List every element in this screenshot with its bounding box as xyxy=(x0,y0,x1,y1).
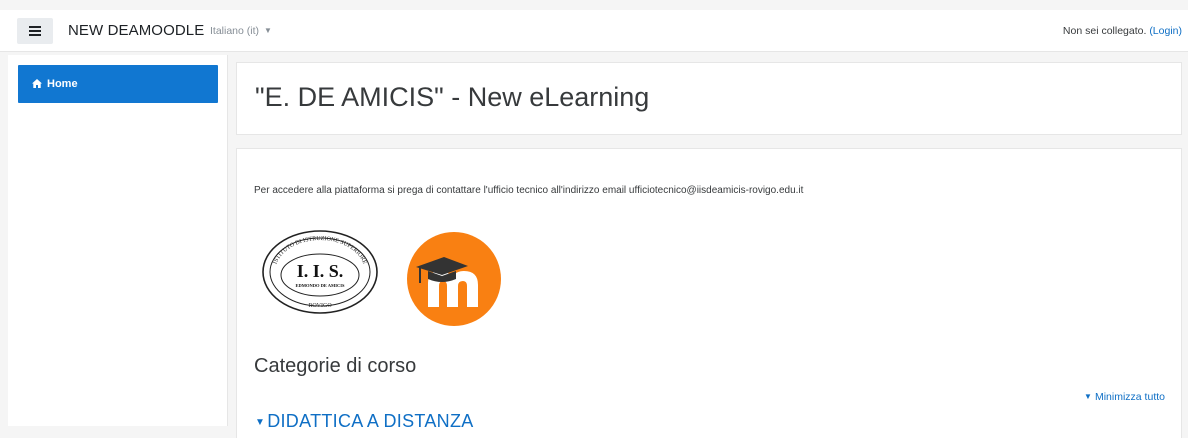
hamburger-menu-button[interactable] xyxy=(17,18,53,44)
moodle-logo-icon xyxy=(407,232,501,326)
page-title: "E. DE AMICIS" - New eLearning xyxy=(255,82,650,112)
language-menu[interactable]: Italiano (it) ▼ xyxy=(210,10,272,52)
collapse-all-label: Minimizza tutto xyxy=(1094,391,1165,403)
category-label: DIDATTICA A DISTANZA xyxy=(267,411,474,431)
intro-text: Per accedere alla piattaforma si prega d… xyxy=(254,185,804,196)
caret-down-icon: ▼ xyxy=(1084,392,1092,401)
category-item[interactable]: ▼ DIDATTICA A DISTANZA xyxy=(255,411,474,432)
site-brand[interactable]: NEW DEAMOODLE xyxy=(68,10,204,52)
login-status-text: Non sei collegato. xyxy=(1062,25,1147,37)
page-header: "E. DE AMICIS" - New eLearning xyxy=(236,62,1182,135)
course-categories-title: Categorie di corso xyxy=(254,355,417,377)
drawer-item-home[interactable]: Home xyxy=(18,65,218,103)
login-info: Non sei collegato. (Login) xyxy=(1063,10,1182,52)
nav-drawer: Home xyxy=(8,55,228,426)
iis-sub-text: EDMONDO DE AMICIS xyxy=(295,283,345,288)
caret-down-icon: ▼ xyxy=(255,417,266,428)
top-navbar: NEW DEAMOODLE Italiano (it) ▼ Non sei col… xyxy=(0,10,1188,52)
iis-school-logo: ISTITUTO DI ISTRUZIONE SUPERIORE I. I. S… xyxy=(262,230,378,314)
drawer-item-label: Home xyxy=(47,78,78,90)
collapse-all-link[interactable]: ▼ Minimizza tutto xyxy=(1084,391,1165,403)
caret-down-icon: ▼ xyxy=(264,26,272,35)
iis-main-text: I. I. S. xyxy=(297,261,344,281)
main-content: Per accedere alla piattaforma si prega d… xyxy=(236,148,1182,438)
login-link[interactable]: (Login) xyxy=(1149,25,1182,37)
home-icon xyxy=(32,79,42,88)
hamburger-icon xyxy=(29,26,41,36)
language-label: Italiano (it) xyxy=(210,25,260,37)
iis-bottom-text: ROVIGO xyxy=(308,303,332,309)
